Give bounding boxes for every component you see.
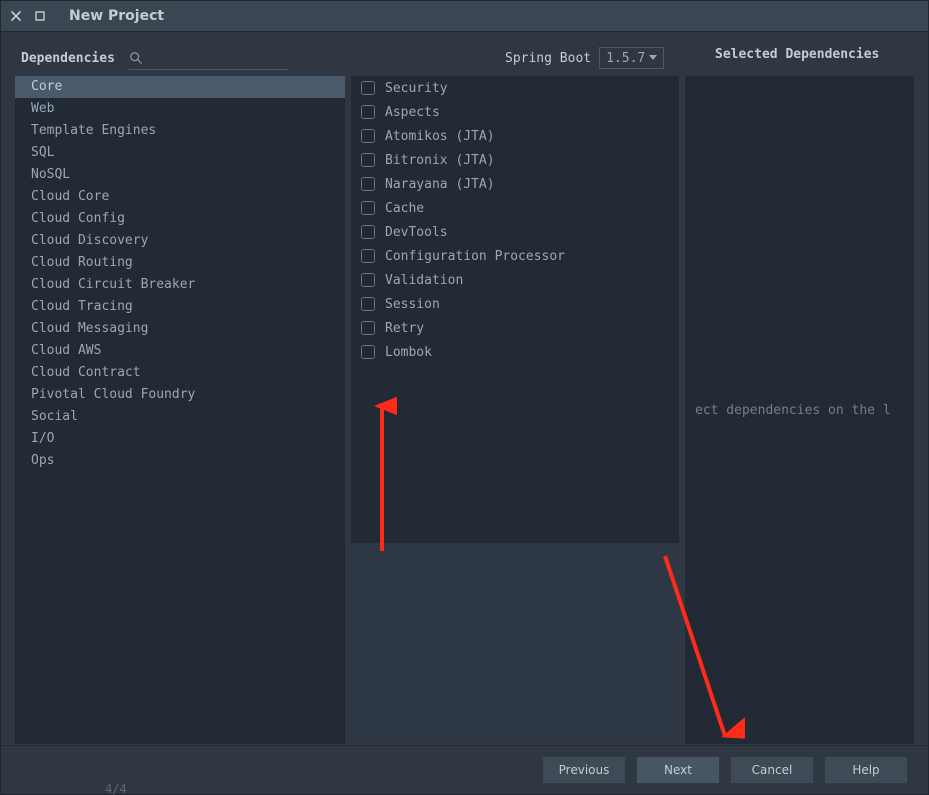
- category-item[interactable]: Cloud Tracing: [15, 296, 345, 318]
- dependency-label: Security: [385, 81, 448, 96]
- dependency-item[interactable]: Validation: [351, 268, 679, 292]
- dependency-item[interactable]: Atomikos (JTA): [351, 124, 679, 148]
- category-item[interactable]: Cloud Contract: [15, 362, 345, 384]
- category-item[interactable]: Core: [15, 76, 345, 98]
- dependency-label: Validation: [385, 273, 463, 288]
- dependency-checkbox[interactable]: [361, 105, 375, 119]
- next-button[interactable]: Next: [636, 756, 720, 784]
- cancel-button[interactable]: Cancel: [730, 756, 814, 784]
- category-item[interactable]: Cloud Messaging: [15, 318, 345, 340]
- dependency-label: Bitronix (JTA): [385, 153, 495, 168]
- dependencies-label: Dependencies: [21, 51, 115, 66]
- dependency-item[interactable]: Bitronix (JTA): [351, 148, 679, 172]
- search-field[interactable]: [129, 47, 289, 70]
- category-item[interactable]: NoSQL: [15, 164, 345, 186]
- dependency-checkbox[interactable]: [361, 201, 375, 215]
- dependency-label: Retry: [385, 321, 424, 336]
- dependency-checkbox[interactable]: [361, 129, 375, 143]
- dependency-checkbox[interactable]: [361, 225, 375, 239]
- dependency-item[interactable]: Aspects: [351, 100, 679, 124]
- dependency-item[interactable]: Retry: [351, 316, 679, 340]
- dependency-item[interactable]: Cache: [351, 196, 679, 220]
- category-item[interactable]: Cloud Circuit Breaker: [15, 274, 345, 296]
- dependency-item[interactable]: DevTools: [351, 220, 679, 244]
- category-item[interactable]: Cloud Core: [15, 186, 345, 208]
- dependency-checkbox[interactable]: [361, 177, 375, 191]
- header-row: Dependencies Spring Boot 1.5.7 Selected …: [15, 41, 914, 76]
- dependency-label: Lombok: [385, 345, 432, 360]
- new-project-dialog: New Project Dependencies Spring Boot 1.5…: [0, 0, 929, 795]
- dependency-item[interactable]: Security: [351, 76, 679, 100]
- search-icon: [129, 51, 143, 65]
- category-item[interactable]: Web: [15, 98, 345, 120]
- dependency-checkbox[interactable]: [361, 297, 375, 311]
- spring-boot-version-row: Spring Boot 1.5.7: [505, 47, 664, 69]
- category-item[interactable]: Pivotal Cloud Foundry: [15, 384, 345, 406]
- dependency-label: Atomikos (JTA): [385, 129, 495, 144]
- category-item[interactable]: Cloud Routing: [15, 252, 345, 274]
- footer-counter: 4/4: [105, 782, 127, 795]
- dependencies-list-empty-area: [351, 543, 679, 744]
- category-item[interactable]: Template Engines: [15, 120, 345, 142]
- category-item[interactable]: SQL: [15, 142, 345, 164]
- categories-list[interactable]: CoreWebTemplate EnginesSQLNoSQLCloud Cor…: [15, 76, 345, 744]
- selected-dependencies-hint: ect dependencies on the l: [685, 403, 914, 418]
- spring-boot-label: Spring Boot: [505, 51, 591, 66]
- dependency-checkbox[interactable]: [361, 249, 375, 263]
- category-item[interactable]: Cloud AWS: [15, 340, 345, 362]
- dependency-item[interactable]: Session: [351, 292, 679, 316]
- dependency-checkbox[interactable]: [361, 81, 375, 95]
- chevron-down-icon: [649, 55, 657, 61]
- selected-dependencies-label: Selected Dependencies: [715, 47, 879, 62]
- category-item[interactable]: Ops: [15, 450, 345, 472]
- dependencies-list[interactable]: Security Aspects Atomikos (JTA) Bitronix (J…: [351, 76, 679, 543]
- titlebar: New Project: [1, 1, 928, 32]
- dependency-item[interactable]: Lombok: [351, 340, 679, 364]
- dependency-checkbox[interactable]: [361, 321, 375, 335]
- dependency-item[interactable]: Configuration Processor: [351, 244, 679, 268]
- search-input[interactable]: [149, 47, 322, 69]
- spring-boot-version-select[interactable]: 1.5.7: [599, 47, 664, 69]
- dependency-checkbox[interactable]: [361, 345, 375, 359]
- previous-button[interactable]: Previous: [542, 756, 626, 784]
- dependency-label: Cache: [385, 201, 424, 216]
- dependency-label: Aspects: [385, 105, 440, 120]
- selected-dependencies-panel: ect dependencies on the l: [685, 76, 914, 744]
- dependency-checkbox[interactable]: [361, 153, 375, 167]
- category-item[interactable]: I/O: [15, 428, 345, 450]
- dependency-label: DevTools: [385, 225, 448, 240]
- dialog-body: Dependencies Spring Boot 1.5.7 Selected …: [15, 41, 914, 744]
- close-icon[interactable]: [9, 9, 23, 23]
- dialog-footer: Previous Next Cancel Help: [1, 745, 928, 794]
- category-item[interactable]: Cloud Discovery: [15, 230, 345, 252]
- maximize-icon[interactable]: [33, 9, 47, 23]
- dependency-item[interactable]: Narayana (JTA): [351, 172, 679, 196]
- dependency-label: Session: [385, 297, 440, 312]
- dependency-checkbox[interactable]: [361, 273, 375, 287]
- window-title: New Project: [69, 8, 164, 24]
- dependency-label: Configuration Processor: [385, 249, 565, 264]
- help-button[interactable]: Help: [824, 756, 908, 784]
- dependency-label: Narayana (JTA): [385, 177, 495, 192]
- category-item[interactable]: Social: [15, 406, 345, 428]
- spring-boot-version-value: 1.5.7: [606, 51, 645, 66]
- category-item[interactable]: Cloud Config: [15, 208, 345, 230]
